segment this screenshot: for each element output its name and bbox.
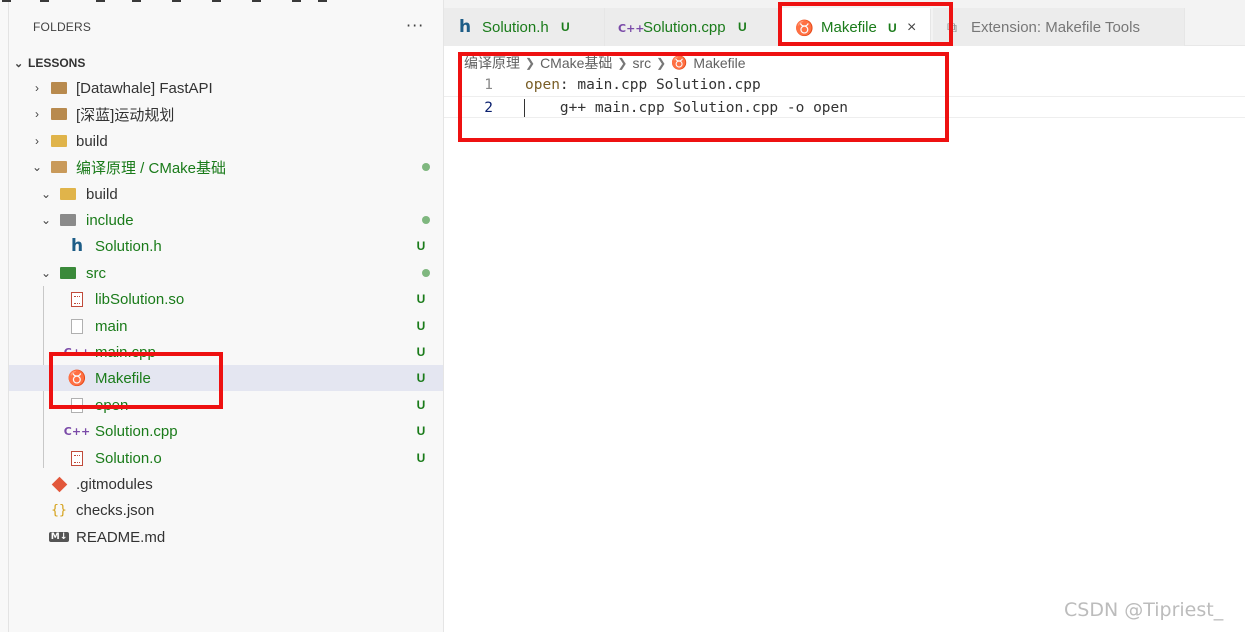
tree-item-file[interactable]: M↓ README.md — [9, 524, 443, 550]
git-modified-dot — [422, 163, 430, 171]
tree-item-file[interactable]: C++ Solution.cpp U — [9, 418, 443, 444]
chevron-down-icon: ⌄ — [40, 187, 52, 201]
binary-file-icon — [69, 291, 85, 307]
tree-item-file[interactable]: {} checks.json — [9, 497, 443, 523]
git-untracked-badge: U — [416, 371, 426, 385]
tab-extension-makefile-tools[interactable]: ⧉ Extension: Makefile Tools — [933, 8, 1185, 46]
build-folder-icon — [51, 133, 67, 149]
h-file-icon: h — [70, 236, 84, 256]
workspace-section-label: LESSONS — [28, 56, 86, 70]
cpp-file-icon: C++ — [618, 21, 645, 35]
tree-item-label: [深蓝]运动规划 — [76, 106, 175, 124]
workspace-section[interactable]: ⌄ LESSONS — [14, 54, 85, 72]
git-modified-dot — [422, 216, 430, 224]
tree-item-label: include — [86, 211, 134, 229]
cpp-file-icon: C++ — [63, 424, 91, 438]
chevron-right-icon: › — [35, 107, 39, 121]
tree-item-folder-expanded[interactable]: ⌄ 编译原理 / CMake基础 — [9, 154, 443, 180]
tree-item-folder[interactable]: › [深蓝]运动规划 — [9, 101, 443, 127]
chevron-right-icon: › — [35, 134, 39, 148]
tree-item-label: 编译原理 / CMake基础 — [76, 159, 227, 177]
tree-item-label: README.md — [76, 528, 166, 546]
chevron-down-icon: ⌄ — [31, 160, 43, 174]
git-untracked-badge: U — [416, 451, 426, 465]
tree-item-file[interactable]: h Solution.h U — [9, 233, 443, 259]
tree-item-label: build — [86, 185, 118, 203]
tree-item-file[interactable]: .gitmodules — [9, 471, 443, 497]
tree-item-folder[interactable]: › build — [9, 128, 443, 154]
tree-item-folder[interactable]: ⌄ build — [9, 181, 443, 207]
folder-open-icon — [51, 159, 67, 175]
git-modified-dot — [422, 269, 430, 277]
explorer-sidebar: FOLDERS ··· ⌄ LESSONS › [Datawhale] Fast… — [0, 0, 444, 632]
chevron-right-icon: › — [35, 81, 39, 95]
src-folder-icon — [60, 265, 76, 281]
h-file-icon: h — [459, 17, 472, 37]
tree-item-file[interactable]: main U — [9, 313, 443, 339]
tab-solution-h[interactable]: h Solution.h U — [444, 8, 605, 46]
tab-label: Extension: Makefile Tools — [971, 18, 1140, 36]
tree-item-label: Solution.h — [95, 237, 162, 255]
folder-icon — [51, 80, 67, 96]
watermark: CSDN @Tipriest_ — [1064, 599, 1224, 621]
annotation-box-tab — [778, 2, 953, 46]
tree-item-label: [Datawhale] FastAPI — [76, 79, 213, 97]
chevron-down-icon: ⌄ — [40, 266, 52, 280]
tree-item-file[interactable]: Solution.o U — [9, 445, 443, 471]
git-untracked-badge: U — [416, 424, 426, 438]
top-edge-artifacts — [0, 0, 330, 4]
tab-label: Solution.cpp — [643, 18, 726, 36]
tree-item-label: src — [86, 264, 106, 282]
tree-item-folder-expanded[interactable]: ⌄ src — [9, 260, 443, 286]
git-untracked-badge: U — [416, 319, 426, 333]
activity-bar-edge — [0, 0, 9, 632]
chevron-down-icon: ⌄ — [40, 213, 52, 227]
tree-item-file[interactable]: libSolution.so U — [9, 286, 443, 312]
chevron-down-icon: ⌄ — [14, 57, 24, 70]
markdown-file-icon: M↓ — [48, 532, 70, 542]
tab-label: Solution.h — [482, 18, 549, 36]
tree-item-folder[interactable]: › [Datawhale] FastAPI — [9, 75, 443, 101]
git-untracked-badge: U — [416, 239, 426, 253]
more-actions-icon[interactable]: ··· — [406, 16, 424, 35]
folder-icon — [51, 106, 67, 122]
tree-item-label: Solution.cpp — [95, 422, 178, 440]
tab-solution-cpp[interactable]: C++ Solution.cpp U — [605, 8, 779, 46]
git-untracked-badge: U — [561, 20, 570, 34]
tree-item-label: build — [76, 132, 108, 150]
json-file-icon: {} — [51, 502, 67, 518]
annotation-box-code — [458, 52, 949, 142]
binary-file-icon — [69, 450, 85, 466]
tree-item-label: .gitmodules — [76, 475, 153, 493]
tree-item-label: libSolution.so — [95, 290, 185, 308]
git-untracked-badge: U — [416, 398, 426, 412]
git-icon — [51, 476, 67, 492]
build-folder-icon — [60, 186, 76, 202]
tree-item-label: Solution.o — [95, 449, 162, 467]
tree-item-folder-expanded[interactable]: ⌄ include — [9, 207, 443, 233]
file-icon — [69, 318, 85, 334]
include-folder-icon — [60, 212, 76, 228]
git-untracked-badge: U — [416, 292, 426, 306]
annotation-box-tree-item — [49, 352, 223, 409]
tree-item-label: checks.json — [76, 501, 155, 519]
git-untracked-badge: U — [416, 345, 426, 359]
git-untracked-badge: U — [738, 20, 747, 34]
explorer-header: FOLDERS — [33, 20, 92, 34]
tree-item-label: main — [95, 317, 128, 335]
